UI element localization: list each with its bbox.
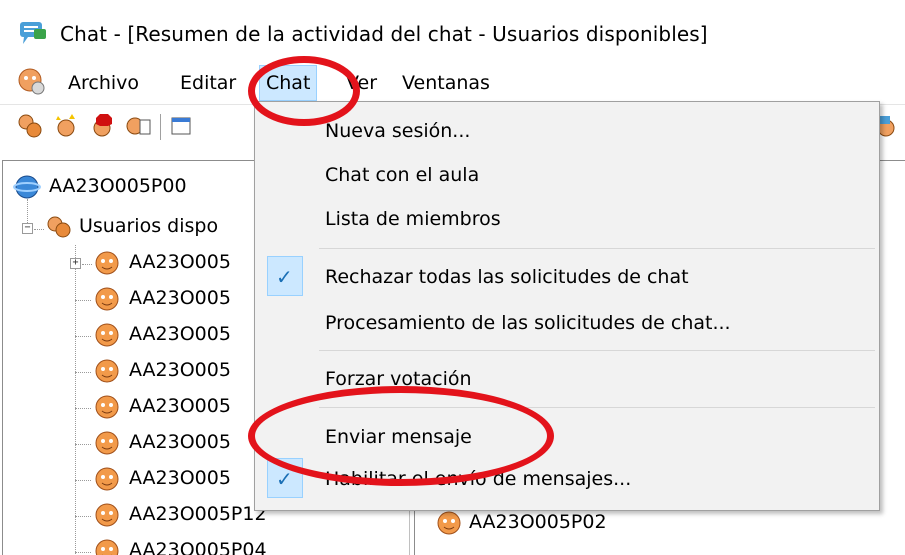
user-face-icon	[95, 539, 119, 555]
menu-ventanas[interactable]: Ventanas	[402, 72, 490, 94]
user-face-icon	[95, 503, 119, 527]
chat-app-icon	[20, 22, 46, 44]
toolbar-separator	[160, 114, 161, 140]
menu-ver[interactable]: Ver	[346, 72, 377, 94]
checked-indicator: ✓	[267, 458, 303, 498]
menu-archivo[interactable]: Archivo	[68, 72, 139, 94]
title-bar: Chat - [Resumen de la actividad del chat…	[0, 0, 905, 58]
menu-editar[interactable]: Editar	[180, 72, 236, 94]
magic-tool-icon[interactable]	[52, 112, 80, 140]
member-label: AA23O005P02	[469, 511, 607, 533]
menu-separator	[319, 350, 875, 351]
checkmark-icon: ✓	[276, 265, 293, 289]
user-info-tool-icon[interactable]	[124, 112, 152, 140]
user-face-icon	[95, 251, 119, 275]
menu-separator	[319, 248, 875, 249]
window-tool-icon[interactable]	[168, 112, 196, 140]
chat-dropdown-menu: Nueva sesión... Chat con el aula Lista d…	[254, 101, 880, 511]
tree-user-label: AA23O005P04	[129, 539, 267, 555]
tree-user-label: AA23O005	[129, 395, 231, 417]
tree-user-label: AA23O005	[129, 323, 231, 345]
tree-user-label: AA23O005	[129, 431, 231, 453]
user-face-icon	[95, 359, 119, 383]
tree-root-label: AA23O005P00	[49, 175, 187, 197]
checked-indicator: ✓	[267, 256, 303, 296]
menu-item-enviar-mensaje[interactable]: Enviar mensaje	[325, 426, 472, 448]
tree-user-label: AA23O005P12	[129, 503, 267, 525]
network-globe-icon	[13, 175, 41, 199]
menu-item-procesamiento-solicitudes[interactable]: Procesamiento de las solicitudes de chat…	[325, 312, 731, 334]
user-face-icon	[95, 467, 119, 491]
menu-item-rechazar-solicitudes[interactable]: Rechazar todas las solicitudes de chat	[325, 266, 689, 288]
expand-expander[interactable]: +	[70, 258, 81, 269]
tree-user-label: AA23O005	[129, 251, 231, 273]
menu-item-lista-de-miembros[interactable]: Lista de miembros	[325, 208, 501, 230]
user-face-icon	[95, 395, 119, 419]
menu-item-habilitar-envio[interactable]: Habilitar el envío de mensajes...	[325, 468, 631, 490]
stop-tool-icon[interactable]	[88, 112, 116, 140]
users-tool-icon[interactable]	[16, 112, 44, 140]
menu-item-forzar-votacion[interactable]: Forzar votación	[325, 368, 472, 390]
menu-separator	[319, 407, 875, 408]
tree-group-label: Usuarios dispo	[79, 215, 219, 237]
chat-user-menu-icon	[18, 68, 45, 95]
user-face-icon	[95, 431, 119, 455]
tree-user-label: AA23O005	[129, 467, 231, 489]
collapse-expander[interactable]: −	[22, 223, 33, 234]
window-title: Chat - [Resumen de la actividad del chat…	[60, 22, 708, 46]
user-face-icon	[95, 287, 119, 311]
menu-item-chat-con-el-aula[interactable]: Chat con el aula	[325, 164, 479, 186]
users-group-icon	[47, 216, 71, 238]
tree-user-label: AA23O005	[129, 287, 231, 309]
user-face-icon	[95, 323, 119, 347]
menu-chat[interactable]: Chat	[259, 65, 318, 101]
user-face-icon	[437, 511, 461, 535]
tree-user-label: AA23O005	[129, 359, 231, 381]
menu-item-nueva-sesion[interactable]: Nueva sesión...	[325, 120, 470, 142]
checkmark-icon: ✓	[276, 467, 293, 491]
